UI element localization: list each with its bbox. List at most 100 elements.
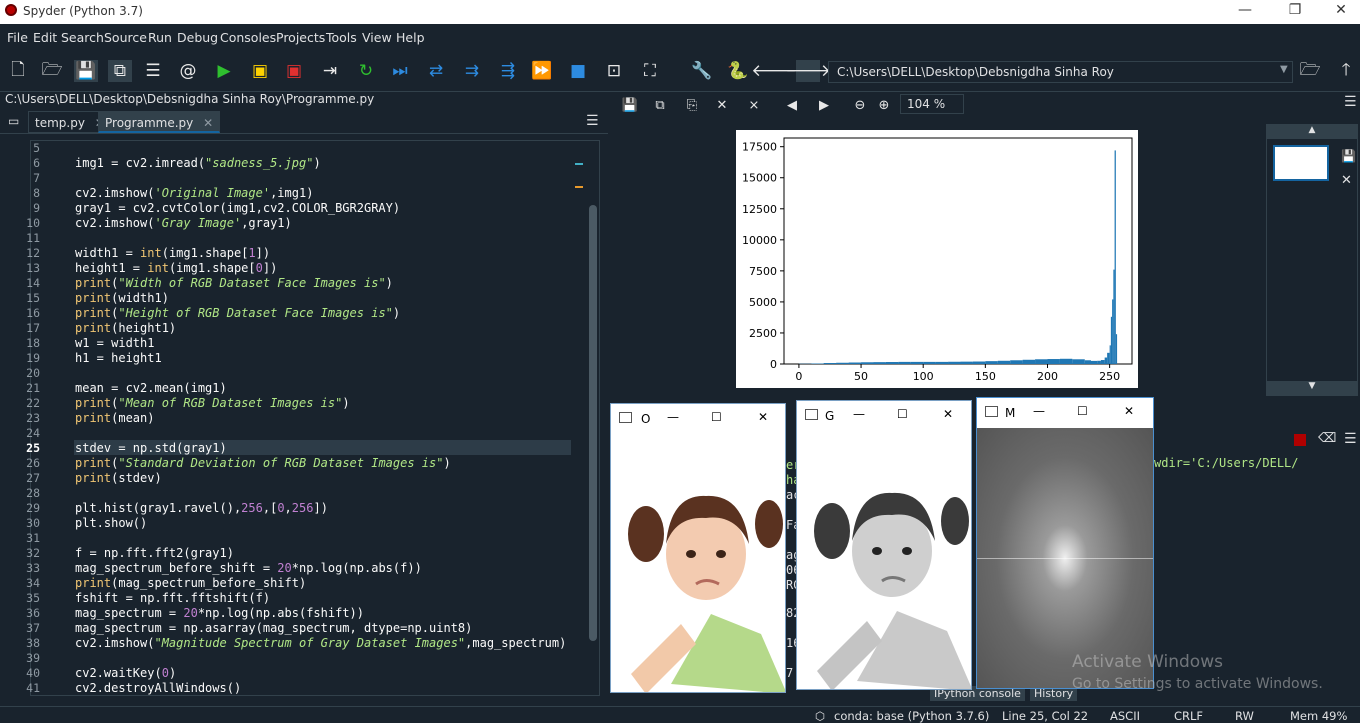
code-line[interactable]: print("Width of RGB Dataset Face Images … [75,276,393,290]
stop-console-icon[interactable] [1294,434,1306,446]
save-thumbnail-icon[interactable]: 💾 [1341,149,1356,163]
zoom-out-icon[interactable]: ⊖ [848,94,872,116]
minimize-button[interactable]: — [667,410,679,424]
maximize-button[interactable]: ☐ [711,410,722,424]
preferences-icon[interactable]: 🔧 [690,60,714,82]
close-button[interactable]: ✕ [1124,404,1134,418]
code-line[interactable]: h1 = height1 [75,351,162,365]
copy-plot-icon[interactable]: ⎘ [680,94,704,116]
save-all-plots-icon[interactable]: ⧉ [648,94,672,116]
menu-consoles[interactable]: Consoles [220,30,276,45]
close-button[interactable]: ✕ [1326,2,1356,18]
code-line[interactable]: print(mag_spectrum_before_shift) [75,576,306,590]
zoom-in-icon[interactable]: ⊕ [872,94,896,116]
menu-projects[interactable]: Projects [276,30,325,45]
step-return-icon[interactable]: ⇶ [496,60,520,82]
code-line[interactable]: cv2.destroyAllWindows() [75,681,241,695]
maximize-button[interactable]: ☐ [1077,404,1088,418]
browse-dir-icon[interactable]: 🗁 [1298,60,1322,82]
code-line[interactable]: img1 = cv2.imread("sadness_5.jpg") [75,156,321,170]
tab-programme-py[interactable]: Programme.py ✕ [98,111,220,133]
run-selection-icon[interactable]: ⇥ [318,60,342,82]
menu-edit[interactable]: Edit [33,30,57,45]
menu-debug[interactable]: Debug [177,30,218,45]
menu-run[interactable]: Run [148,30,172,45]
scroll-up-icon[interactable]: ▲ [1267,125,1357,139]
working-directory-input[interactable]: C:\Users\DELL\Desktop\Debsnigdha Sinha R… [828,61,1293,83]
code-line[interactable]: print("Height of RGB Dataset Face Images… [75,306,400,320]
original-image-window[interactable]: O — ☐ ✕ [610,403,786,693]
back-icon[interactable]: 🡐 [762,60,786,82]
code-line[interactable]: mag_spectrum = 20*np.log(np.abs(fshift)) [75,606,364,620]
code-line[interactable]: cv2.imshow('Gray Image',gray1) [75,216,292,230]
window-title-bar[interactable]: M — ☐ ✕ [977,398,1153,428]
python-path-icon[interactable]: 🐍 [726,60,750,82]
code-line[interactable]: plt.show() [75,516,147,530]
menu-help[interactable]: Help [396,30,425,45]
open-file-icon[interactable]: 🗁 [40,60,64,82]
code-line[interactable]: print(height1) [75,321,176,335]
window-title-bar[interactable]: G — ☐ ✕ [797,401,971,431]
run-cell-icon[interactable]: ▣ [248,60,272,82]
at-icon[interactable]: @ [176,60,200,82]
gray-image-window[interactable]: G — ☐ ✕ [796,400,972,690]
menu-tools[interactable]: Tools [326,30,357,45]
code-line[interactable]: stdev = np.std(gray1) [75,441,227,455]
save-icon[interactable]: 💾 [74,60,98,82]
code-line[interactable]: mag_spectrum_before_shift = 20*np.log(np… [75,561,422,575]
editor-scrollbar[interactable] [589,205,597,641]
plot-thumbnail[interactable] [1273,145,1329,181]
close-button[interactable]: ✕ [943,407,953,421]
run-cell-advance-icon[interactable]: ▣ [282,60,306,82]
scroll-down-icon[interactable]: ▼ [1267,381,1357,395]
code-line[interactable]: cv2.waitKey(0) [75,666,176,680]
code-line[interactable]: print(stdev) [75,471,162,485]
minimize-button[interactable]: — [1230,2,1260,18]
code-line[interactable]: w1 = width1 [75,336,154,350]
code-line[interactable]: plt.hist(gray1.ravel(),256,[0,256]) [75,501,328,515]
maximize-pane-icon[interactable]: ⊡ [602,60,626,82]
chevron-down-icon[interactable]: ▼ [1280,64,1288,75]
code-line[interactable]: fshift = np.fft.fftshift(f) [75,591,270,605]
step-icon[interactable]: ⇄ [424,60,448,82]
previous-plot-icon[interactable]: ◀ [780,94,804,116]
code-line[interactable]: width1 = int(img1.shape[1]) [75,246,270,260]
code-line[interactable]: cv2.imshow("Magnitude Spectrum of Gray D… [75,636,566,650]
rerun-icon[interactable]: ↻ [354,60,378,82]
maximize-button[interactable]: ☐ [897,407,908,421]
list-icon[interactable]: ☰ [141,60,165,82]
code-line[interactable]: print("Mean of RGB Dataset Images is") [75,396,350,410]
step-into-icon[interactable]: ⇉ [460,60,484,82]
run-icon[interactable]: ▶ [212,60,236,82]
close-thumbnail-icon[interactable]: ✕ [1341,173,1352,188]
menu-file[interactable]: File [7,30,28,45]
parent-dir-icon[interactable]: 🡑 [1334,60,1358,82]
window-title-bar[interactable]: O — ☐ ✕ [611,404,785,434]
continue-icon[interactable]: ⏩ [530,60,554,82]
debug-icon[interactable]: ⏭ [388,60,412,82]
new-file-icon[interactable]: 🗋 [6,60,30,82]
options-menu-icon[interactable]: ☰ [586,113,599,129]
close-button[interactable]: ✕ [758,410,768,424]
forward-icon[interactable]: 🡒 [796,60,820,82]
remove-all-plots-icon[interactable]: ⨯ [742,94,766,116]
save-all-icon[interactable]: ⧉ [108,60,132,82]
clear-console-icon[interactable]: ⌫ [1318,431,1336,446]
code-line[interactable]: cv2.imshow('Original Image',img1) [75,186,313,200]
code-line[interactable]: print(width1) [75,291,169,305]
code-line[interactable]: print(mean) [75,411,154,425]
code-line[interactable]: height1 = int(img1.shape[0]) [75,261,277,275]
save-plot-icon[interactable]: 💾 [618,94,642,116]
menu-view[interactable]: View [362,30,392,45]
plots-options-icon[interactable]: ☰ [1344,94,1357,110]
remove-plot-icon[interactable]: ✕ [710,94,734,116]
menu-search[interactable]: Search [61,30,104,45]
console-options-icon[interactable]: ☰ [1344,431,1357,447]
menu-source[interactable]: Source [104,30,147,45]
close-icon[interactable]: ✕ [203,116,213,130]
minimize-button[interactable]: — [1033,404,1045,418]
code-line[interactable]: gray1 = cv2.cvtColor(img1,cv2.COLOR_BGR2… [75,201,400,215]
minimize-button[interactable]: — [853,407,865,421]
zoom-level[interactable]: 104 % [900,94,964,114]
fullscreen-icon[interactable]: ⛶ [638,60,662,82]
